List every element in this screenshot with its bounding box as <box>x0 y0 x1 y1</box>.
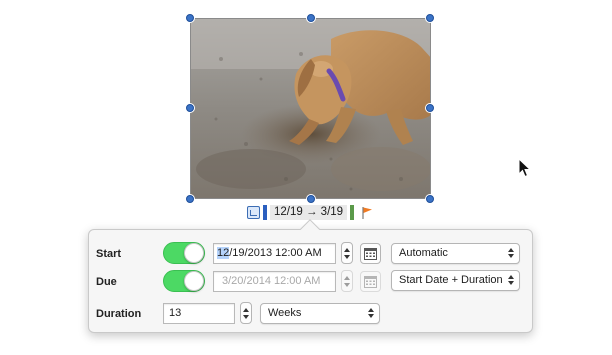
toggle-knob <box>184 271 204 291</box>
due-date-field[interactable]: 3/20/2014 12:00 AM <box>213 271 336 292</box>
selected-image[interactable] <box>190 18 431 199</box>
duration-unit-select[interactable]: Weeks <box>260 303 380 324</box>
date-range-label: 12/19 → 3/19 <box>270 205 348 220</box>
chip-start-marker <box>263 205 267 220</box>
resize-handle-top-left[interactable] <box>186 14 194 22</box>
stepper-down-icon <box>344 282 350 287</box>
stepper-up-icon <box>243 307 249 312</box>
due-calendar-button[interactable] <box>360 271 381 292</box>
start-toggle[interactable] <box>163 242 205 264</box>
calendar-icon <box>247 206 260 219</box>
duration-field[interactable]: 13 <box>163 303 235 324</box>
calendar-grid-icon <box>364 275 377 288</box>
stepper-up-icon <box>344 247 350 252</box>
due-label: Due <box>96 276 117 288</box>
stepper-down-icon <box>243 314 249 319</box>
due-date-stepper[interactable] <box>341 270 353 292</box>
start-mode-value: Automatic <box>399 247 448 259</box>
start-calendar-button[interactable] <box>360 243 381 264</box>
flag-icon <box>362 206 373 219</box>
start-date-rest: /19/2013 12:00 AM <box>229 247 322 259</box>
select-arrows-icon <box>368 308 374 318</box>
due-mode-value: Start Date + Duration <box>399 274 503 286</box>
resize-handle-bottom-right[interactable] <box>426 195 434 203</box>
resize-handle-bottom-left[interactable] <box>186 195 194 203</box>
select-arrows-icon <box>508 275 514 285</box>
start-date-field[interactable]: 12/19/2013 12:00 AM <box>213 243 336 264</box>
calendar-grid-icon <box>364 247 377 260</box>
due-mode-select[interactable]: Start Date + Duration <box>391 270 520 291</box>
select-arrows-icon <box>508 248 514 258</box>
toggle-knob <box>184 243 204 263</box>
start-label: Start <box>96 248 122 260</box>
date-range-chip[interactable]: 12/19 → 3/19 <box>247 205 374 220</box>
dog-photo <box>191 19 430 198</box>
chip-end-marker <box>350 205 355 220</box>
start-date-stepper[interactable] <box>341 242 353 264</box>
due-toggle[interactable] <box>163 270 205 292</box>
stepper-down-icon <box>344 254 350 259</box>
start-mode-select[interactable]: Automatic <box>391 243 520 264</box>
duration-unit-value: Weeks <box>268 307 302 319</box>
resize-handle-right[interactable] <box>426 104 434 112</box>
mouse-pointer-icon <box>518 158 532 178</box>
duration-label: Duration <box>96 308 142 320</box>
stepper-up-icon <box>344 275 350 280</box>
resize-handle-bottom[interactable] <box>307 195 315 203</box>
resize-handle-top-right[interactable] <box>426 14 434 22</box>
duration-stepper[interactable] <box>240 302 252 324</box>
resize-handle-top[interactable] <box>307 14 315 22</box>
start-date-selected-part: 12 <box>217 247 230 259</box>
resize-handle-left[interactable] <box>186 104 194 112</box>
